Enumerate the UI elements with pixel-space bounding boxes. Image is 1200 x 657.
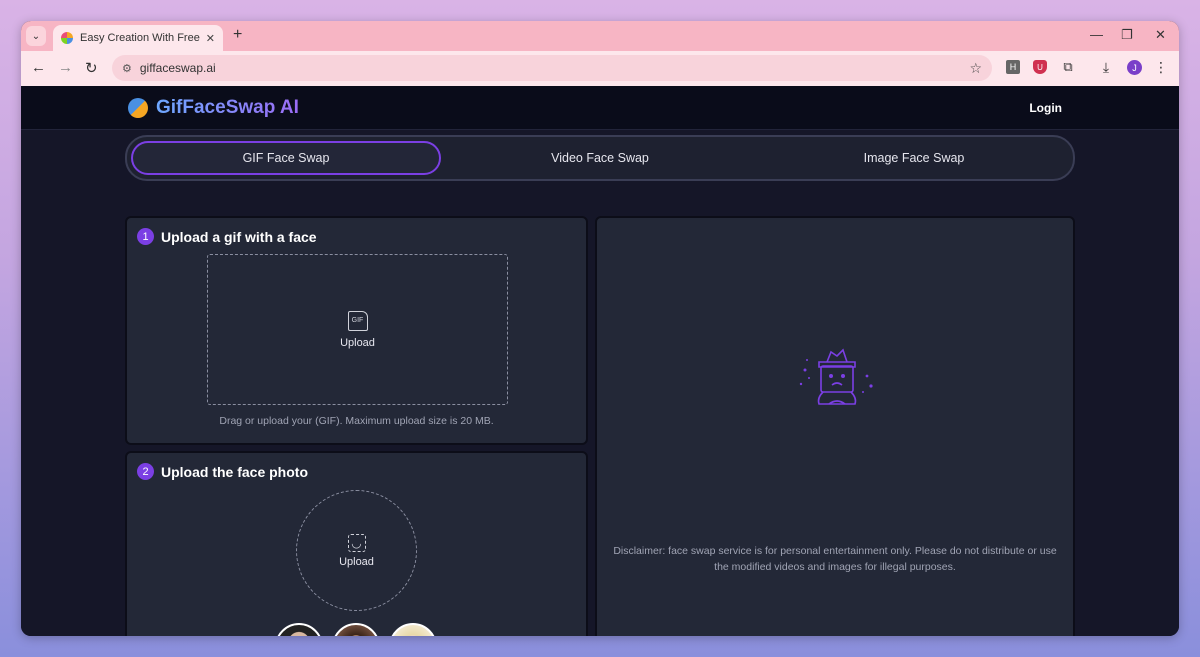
- step-title: Upload a gif with a face: [161, 228, 317, 245]
- tab-search-button[interactable]: ⌄: [26, 26, 46, 46]
- close-window-icon[interactable]: ✕: [1155, 27, 1166, 43]
- restore-icon[interactable]: ❐: [1121, 27, 1133, 43]
- logo-icon: [128, 98, 148, 118]
- step-2-heading: 2 Upload the face photo: [137, 463, 308, 480]
- gif-file-icon: GIF: [347, 310, 368, 331]
- tab-close-icon[interactable]: ✕: [206, 32, 215, 45]
- sample-faces: [275, 623, 437, 636]
- menu-kebab-icon[interactable]: ⋮: [1154, 59, 1168, 75]
- sample-face-1[interactable]: [275, 623, 323, 636]
- result-panel: Disclaimer: face swap service is for per…: [595, 216, 1075, 636]
- reload-icon[interactable]: ↻: [85, 59, 98, 77]
- browser-tab[interactable]: Easy Creation With Free Unlimi ✕: [53, 25, 223, 51]
- tab-strip: ⌄ Easy Creation With Free Unlimi ✕ + — ❐…: [21, 21, 1179, 51]
- favicon-icon: [61, 32, 73, 44]
- download-icon[interactable]: ⤓: [1099, 59, 1113, 75]
- upload-face-panel: 2 Upload the face photo ◡ Upload: [125, 451, 588, 636]
- shield-extension-icon[interactable]: U: [1033, 60, 1047, 74]
- tab-gif-face-swap[interactable]: GIF Face Swap: [131, 141, 441, 175]
- upload-hint: Drag or upload your (GIF). Maximum uploa…: [219, 415, 494, 427]
- mode-tabs: GIF Face Swap Video Face Swap Image Face…: [125, 135, 1075, 181]
- browser-toolbar: ← → ↻ ⚙ giffaceswap.ai ☆ H U ⧉ ⤓ J ⋮: [21, 51, 1179, 86]
- minimize-icon[interactable]: —: [1090, 27, 1103, 42]
- step-title: Upload the face photo: [161, 463, 308, 480]
- address-bar[interactable]: ⚙ giffaceswap.ai ☆: [112, 55, 992, 81]
- login-link[interactable]: Login: [1029, 101, 1062, 115]
- face-scan-icon: ◡: [347, 533, 366, 552]
- extensions-puzzle-icon[interactable]: ⧉: [1061, 59, 1075, 74]
- site-info-icon[interactable]: ⚙: [122, 62, 132, 75]
- tab-video-face-swap[interactable]: Video Face Swap: [445, 141, 755, 175]
- face-photo-dropzone[interactable]: ◡ Upload: [296, 490, 417, 611]
- extension-h-icon[interactable]: H: [1006, 60, 1020, 74]
- upload-gif-panel: 1 Upload a gif with a face GIF Upload Dr…: [125, 216, 588, 445]
- back-icon[interactable]: ←: [31, 59, 46, 76]
- logo-text: GifFaceSwap AI: [156, 97, 299, 118]
- disclaimer-line-2: the modified videos and images for illeg…: [714, 561, 956, 573]
- step-number: 2: [137, 463, 154, 480]
- upload-label: Upload: [339, 555, 374, 568]
- upload-label: Upload: [340, 336, 375, 349]
- sample-face-2[interactable]: [332, 623, 380, 636]
- new-tab-button[interactable]: +: [233, 26, 242, 44]
- site-header: GifFaceSwap AI Login: [21, 86, 1179, 130]
- url-text: giffaceswap.ai: [139, 61, 216, 75]
- page-content: GifFaceSwap AI Login GIF Face Swap Video…: [21, 86, 1179, 636]
- disclaimer-text: Disclaimer: face swap service is for per…: [613, 543, 1057, 575]
- browser-window: ⌄ Easy Creation With Free Unlimi ✕ + — ❐…: [21, 21, 1179, 636]
- empty-box-illustration: [799, 348, 873, 405]
- site-logo[interactable]: GifFaceSwap AI: [128, 97, 299, 119]
- sample-face-3[interactable]: [389, 623, 437, 636]
- step-number: 1: [137, 228, 154, 245]
- forward-icon[interactable]: →: [58, 59, 73, 76]
- profile-avatar[interactable]: J: [1127, 60, 1142, 75]
- step-1-heading: 1 Upload a gif with a face: [137, 228, 317, 245]
- tab-image-face-swap[interactable]: Image Face Swap: [759, 141, 1069, 175]
- disclaimer-line-1: Disclaimer: face swap service is for per…: [613, 545, 1057, 557]
- gif-dropzone[interactable]: GIF Upload: [207, 254, 508, 405]
- bookmark-star-icon[interactable]: ☆: [969, 60, 982, 77]
- tab-title: Easy Creation With Free Unlimi: [80, 32, 200, 44]
